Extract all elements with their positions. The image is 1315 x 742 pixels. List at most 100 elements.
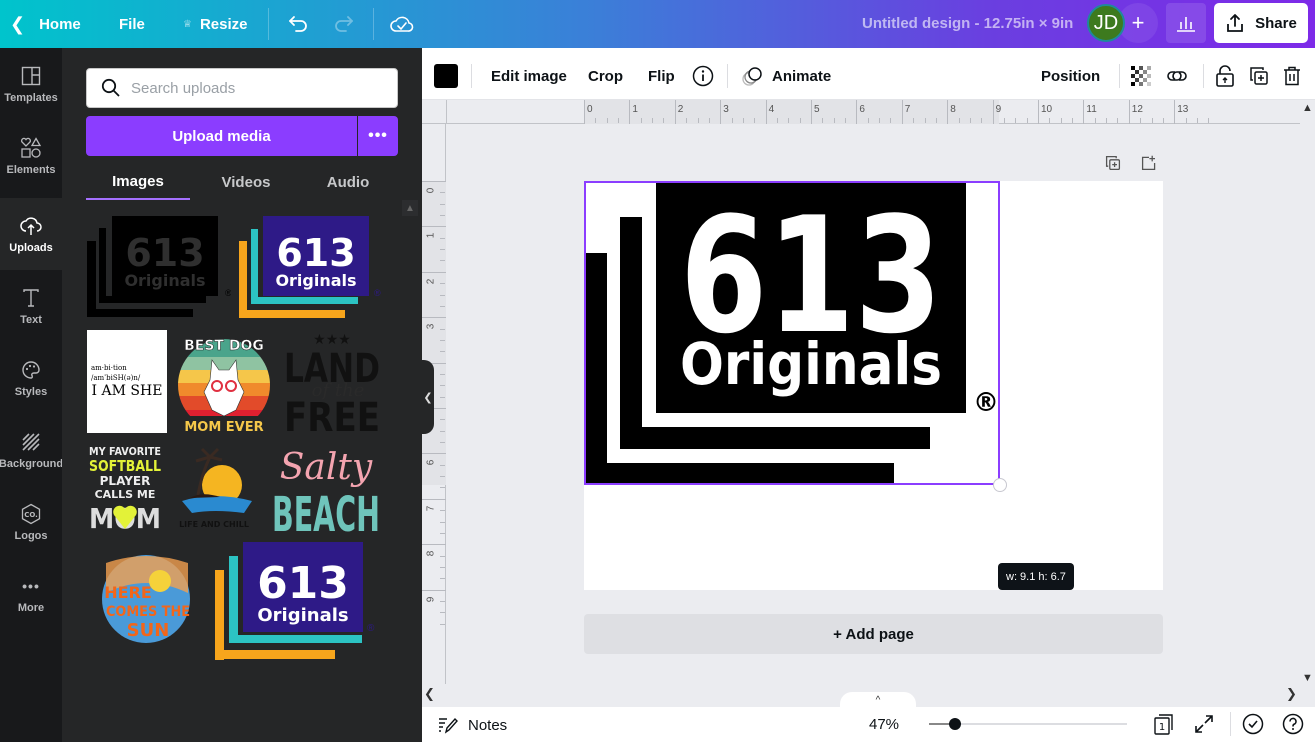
upload-thumbnail[interactable]: 613 Originals ® bbox=[87, 216, 231, 324]
transparency-button[interactable] bbox=[1131, 52, 1151, 100]
registered-mark: ® bbox=[225, 288, 231, 298]
share-button[interactable]: Share bbox=[1214, 3, 1308, 43]
chevron-left-icon: ❮ bbox=[423, 391, 433, 404]
color-swatch-button[interactable] bbox=[434, 64, 458, 88]
upload-thumbnail[interactable]: 613 Originals ® bbox=[215, 542, 379, 660]
ruler-minor-tick bbox=[697, 118, 699, 123]
home-button[interactable]: ❮ Home bbox=[10, 0, 81, 48]
collapse-panel-button[interactable]: ❮ bbox=[422, 360, 434, 434]
logo-bar bbox=[87, 241, 96, 317]
panel-scroll-up-button[interactable]: ▲ bbox=[402, 200, 418, 216]
file-label: File bbox=[119, 15, 145, 33]
scroll-up-button[interactable]: ▲ bbox=[1300, 100, 1315, 116]
ruler-tick-label: 12 bbox=[1131, 104, 1143, 115]
plus-icon: + bbox=[1131, 10, 1145, 35]
tab-audio[interactable]: Audio bbox=[296, 164, 400, 200]
ruler-tick-label: 5 bbox=[814, 104, 820, 115]
ruler-tick-label: 0 bbox=[425, 187, 437, 194]
rail-item-templates[interactable]: Templates bbox=[0, 48, 62, 120]
zoom-percentage[interactable]: 47% bbox=[869, 716, 899, 733]
info-button[interactable] bbox=[692, 52, 714, 100]
thumb-text: BEACH bbox=[272, 487, 380, 535]
undo-button[interactable] bbox=[284, 10, 312, 38]
upload-thumbnail[interactable]: HERE COMES THE SUN bbox=[100, 553, 192, 645]
search-input[interactable] bbox=[131, 79, 381, 97]
ruler-minor-tick bbox=[1003, 118, 1005, 123]
ruler-tick-label: 8 bbox=[950, 104, 956, 115]
duplicate-icon bbox=[1250, 67, 1268, 85]
thumb-text: Salty bbox=[280, 447, 373, 488]
position-button[interactable]: Position bbox=[1041, 52, 1100, 100]
logo-bar bbox=[239, 241, 247, 318]
ruler-tick-label: 1 bbox=[632, 104, 638, 115]
upload-thumbnail[interactable]: LIFE AND CHILL bbox=[172, 443, 256, 533]
add-page-button[interactable]: + Add page bbox=[584, 614, 1163, 654]
registered-mark: ® bbox=[374, 288, 381, 298]
add-page-icon-button[interactable] bbox=[1140, 154, 1158, 172]
upload-thumbnail[interactable]: ★★★ LAND of the FREE bbox=[280, 330, 384, 433]
ruler-minor-tick bbox=[440, 215, 445, 217]
redo-icon bbox=[335, 16, 353, 32]
selection-box[interactable] bbox=[584, 181, 1000, 485]
thumb-text: BEST DOG bbox=[184, 338, 264, 354]
duplicate-page-button[interactable] bbox=[1104, 154, 1122, 172]
edit-image-button[interactable]: Edit image bbox=[491, 52, 567, 100]
resize-handle[interactable] bbox=[993, 478, 1007, 492]
flip-button[interactable]: Flip bbox=[648, 52, 675, 100]
help-button[interactable] bbox=[1282, 713, 1304, 735]
check-button[interactable] bbox=[1242, 713, 1264, 735]
scroll-right-button[interactable]: ❯ bbox=[1286, 686, 1297, 702]
registered-mark: ® bbox=[367, 623, 375, 634]
page-count-button[interactable]: 1 bbox=[1153, 713, 1175, 735]
ruler-minor-tick bbox=[440, 305, 445, 307]
upload-thumbnail[interactable]: Salty BEACH bbox=[268, 441, 382, 535]
tab-videos[interactable]: Videos bbox=[194, 164, 298, 200]
search-box[interactable] bbox=[86, 68, 398, 108]
lock-button[interactable] bbox=[1215, 52, 1235, 100]
animate-button[interactable]: Animate bbox=[742, 52, 831, 100]
upload-thumbnail[interactable]: am·bi·tion /amˈbiSH(ə)n/ I AM SHE bbox=[87, 330, 167, 433]
rail-item-styles[interactable]: Styles bbox=[0, 342, 62, 414]
insights-button[interactable] bbox=[1166, 3, 1206, 43]
elements-icon bbox=[20, 136, 42, 160]
ruler-minor-tick bbox=[440, 555, 445, 557]
notes-button[interactable]: Notes bbox=[438, 716, 507, 734]
upload-thumbnail[interactable]: MY FAVORITE SOFTBALL PLAYER CALLS ME MOM bbox=[87, 443, 163, 533]
cloud-save-status[interactable] bbox=[388, 10, 416, 38]
rail-item-background[interactable]: Background bbox=[0, 414, 64, 486]
fullscreen-button[interactable] bbox=[1193, 713, 1215, 735]
rail-item-text[interactable]: Text bbox=[0, 270, 62, 342]
upload-thumbnail[interactable]: BEST DOG MOM EVER bbox=[174, 330, 274, 433]
zoom-slider-knob[interactable] bbox=[948, 718, 961, 730]
rail-item-elements[interactable]: Elements bbox=[0, 120, 62, 192]
design-title[interactable]: Untitled design - 12.75in × 9in bbox=[862, 15, 1073, 32]
file-menu-button[interactable]: File bbox=[119, 0, 145, 48]
rail-item-logos[interactable]: CO. Logos bbox=[0, 486, 62, 558]
rail-label: Elements bbox=[6, 164, 56, 176]
ruler-minor-tick bbox=[1151, 118, 1153, 123]
upload-more-options-button[interactable]: ••• bbox=[358, 116, 398, 156]
show-pages-button[interactable]: ^ bbox=[840, 692, 916, 708]
redo-button[interactable] bbox=[330, 10, 358, 38]
rail-label: Background bbox=[0, 458, 64, 470]
ruler-minor-tick bbox=[776, 118, 778, 123]
ruler-minor-tick bbox=[969, 118, 971, 123]
upload-media-button[interactable]: Upload media bbox=[86, 116, 357, 156]
duplicate-button[interactable] bbox=[1249, 52, 1269, 100]
rail-item-uploads[interactable]: Uploads bbox=[0, 198, 62, 270]
resize-button[interactable]: ♕ Resize bbox=[183, 0, 248, 48]
avatar[interactable]: JD bbox=[1087, 4, 1125, 42]
scroll-down-button[interactable]: ▼ bbox=[1300, 670, 1315, 686]
ruler-tick bbox=[1128, 100, 1130, 124]
rail-label: Uploads bbox=[9, 242, 53, 254]
delete-button[interactable] bbox=[1283, 52, 1301, 100]
background-icon bbox=[21, 430, 41, 454]
scroll-left-button[interactable]: ❮ bbox=[424, 686, 435, 702]
upload-thumbnail[interactable]: 613 Originals ® bbox=[239, 216, 383, 324]
link-button[interactable] bbox=[1166, 52, 1188, 100]
ruler-minor-tick bbox=[1060, 118, 1062, 123]
rail-item-more[interactable]: ••• More bbox=[0, 558, 62, 630]
crop-button[interactable]: Crop bbox=[588, 52, 623, 100]
tab-images[interactable]: Images bbox=[86, 164, 190, 200]
ruler-tick-label: 4 bbox=[768, 104, 775, 115]
